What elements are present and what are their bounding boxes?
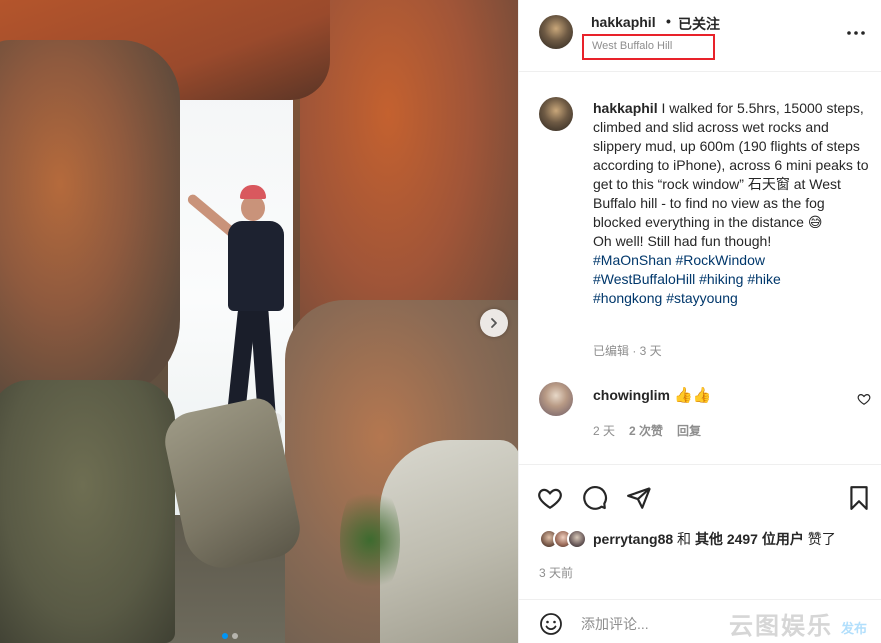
header-separator: • (666, 13, 671, 29)
more-options-button[interactable] (845, 22, 867, 44)
comments-section: hakkaphil I walked for 5.5hrs, 15000 ste… (519, 72, 881, 464)
thumbs-up-emoji: 👍👍 (674, 387, 712, 404)
hashtag-link[interactable]: #hongkong (593, 290, 662, 306)
share-paper-plane-icon[interactable] (626, 485, 652, 511)
photo-rock (0, 40, 180, 400)
post-comment-button[interactable]: 发布 (841, 618, 867, 637)
commenter-username[interactable]: chowinglim (593, 387, 670, 403)
caption-username[interactable]: hakkaphil (593, 100, 658, 116)
caption-author-avatar[interactable] (539, 97, 573, 131)
post-actions: perrytang88 和 其他 2497 位用户 赞了 3 天前 添加评论..… (519, 464, 881, 643)
caption-line-2: Oh well! Still had fun though! (593, 233, 772, 249)
comment-like-heart-icon[interactable] (857, 392, 871, 406)
comment-input[interactable]: 添加评论... (581, 614, 649, 634)
comment-time: 2 天 (593, 424, 616, 438)
hashtag-link[interactable]: #stayyoung (666, 290, 738, 306)
caption-text: I walked for 5.5hrs, 15000 steps, climbe… (593, 100, 869, 230)
commenter-avatar[interactable] (539, 382, 573, 416)
chevron-right-icon (491, 318, 497, 328)
carousel-dot (232, 633, 238, 639)
hashtag-link[interactable]: #WestBuffaloHill (593, 271, 695, 287)
hashtag-link[interactable]: #hiking (699, 271, 743, 287)
post-photo[interactable] (0, 0, 518, 643)
carousel-indicator (222, 633, 238, 639)
carousel-dot-active (222, 633, 228, 639)
comment-item: chowinglim 👍👍 (593, 386, 711, 404)
comment-bubble-icon[interactable] (582, 485, 608, 511)
watermark-text: 云图娱乐 (729, 613, 833, 640)
likes-joiner: 和 (677, 531, 692, 547)
more-horizontal-icon (847, 31, 865, 35)
carousel-next-button[interactable] (480, 309, 508, 337)
post-timestamp[interactable]: 3 天前 (539, 564, 573, 581)
likes-summary: perrytang88 和 其他 2497 位用户 赞了 (539, 529, 836, 549)
comment-reply-button[interactable]: 回复 (677, 422, 701, 439)
author-username[interactable]: hakkaphil (591, 14, 656, 30)
hashtag-link[interactable]: #RockWindow (676, 252, 765, 268)
location-highlight-box: West Buffalo Hill (582, 34, 715, 60)
follow-status-button[interactable]: 已关注 (678, 14, 720, 34)
comment-meta: 2 天 2 次赞 回复 (593, 422, 701, 439)
photo-rock (0, 380, 175, 643)
caption-meta: 已编辑 · 3 天 (593, 344, 662, 358)
photo-rock (380, 440, 518, 643)
sweat-smile-emoji: 😅 (807, 214, 823, 230)
author-avatar[interactable] (539, 15, 573, 49)
post-caption: hakkaphil I walked for 5.5hrs, 15000 ste… (593, 99, 875, 308)
location-link[interactable]: West Buffalo Hill (592, 40, 672, 52)
liker-avatar (567, 529, 587, 549)
save-bookmark-icon[interactable] (846, 485, 872, 511)
add-comment-bar: 添加评论... 云图娱乐 发布 (519, 599, 881, 643)
comment-likes-count[interactable]: 2 次赞 (629, 422, 663, 439)
likes-others-link[interactable]: 其他 2497 位用户 (695, 531, 804, 547)
hashtag-link[interactable]: #MaOnShan (593, 252, 672, 268)
photo-foliage (340, 480, 400, 600)
emoji-smiley-icon[interactable] (539, 612, 563, 636)
post-side-panel: hakkaphil • 已关注 West Buffalo Hill hakkap… (518, 0, 881, 643)
like-heart-icon[interactable] (537, 485, 563, 511)
liker-username[interactable]: perrytang88 (593, 531, 673, 547)
likes-suffix: 赞了 (807, 531, 836, 547)
hashtag-link[interactable]: #hike (747, 271, 780, 287)
post-header: hakkaphil • 已关注 West Buffalo Hill (519, 0, 881, 72)
likes-text: perrytang88 和 其他 2497 位用户 赞了 (593, 529, 836, 549)
